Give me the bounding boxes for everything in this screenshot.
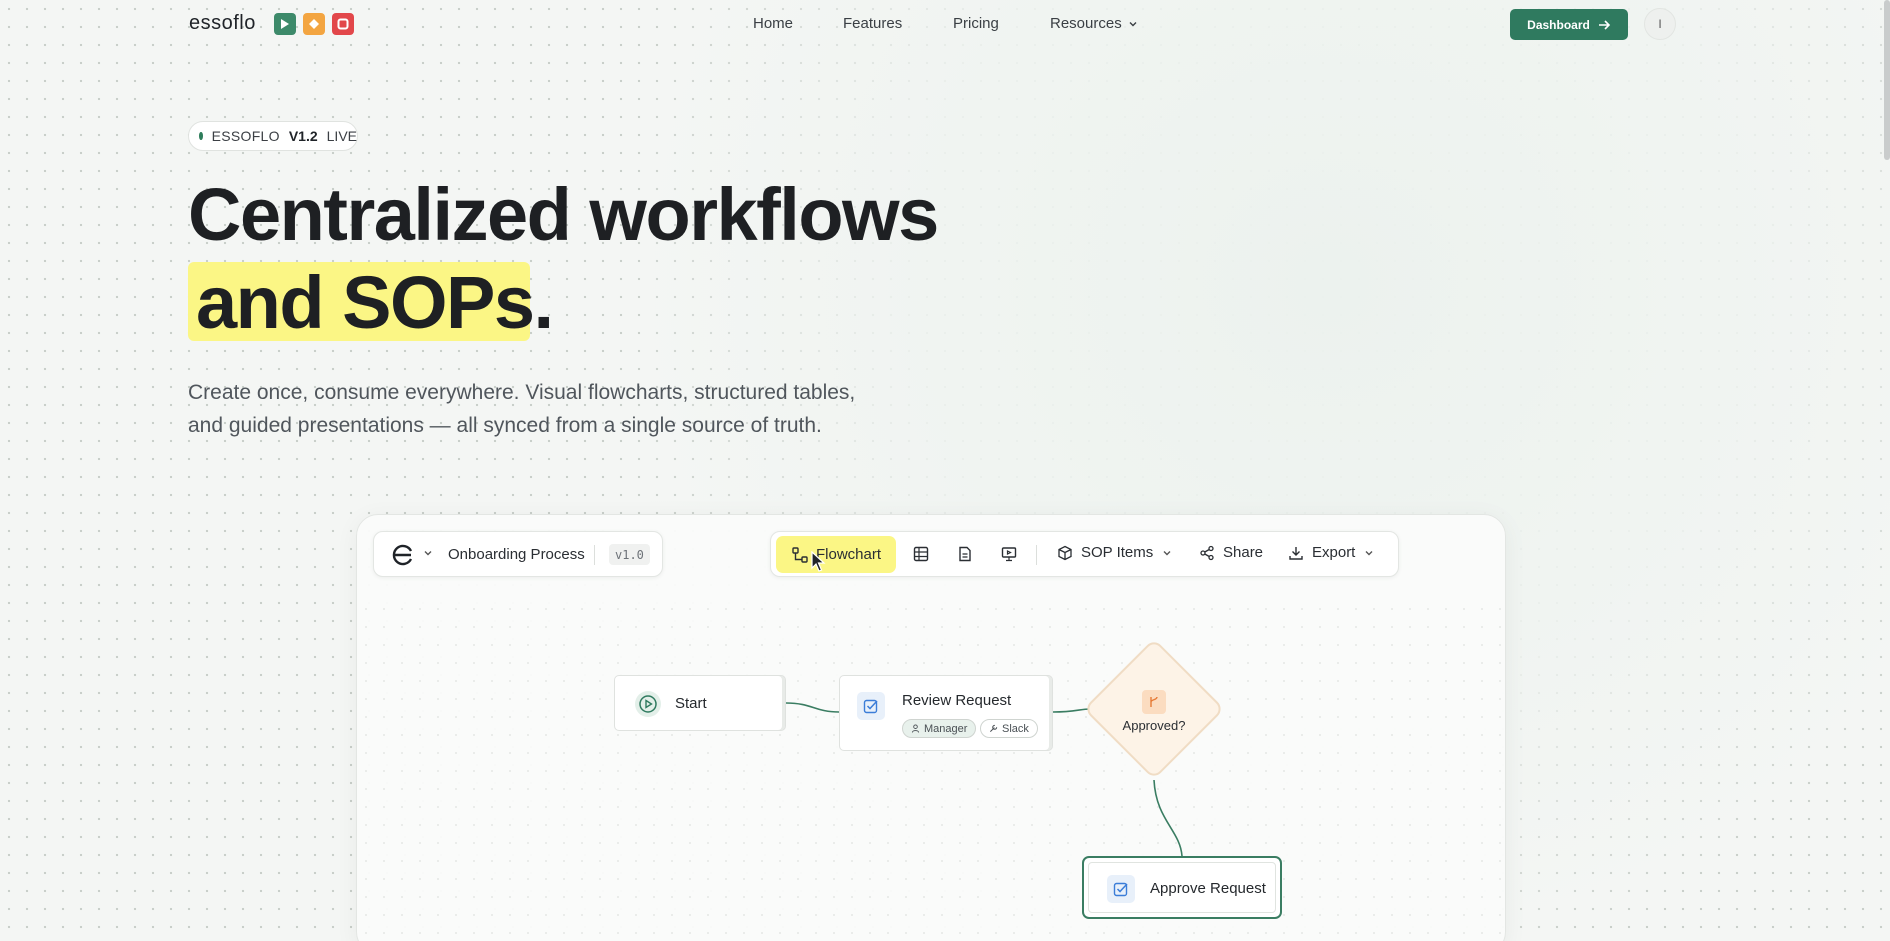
checkbox-icon [1107,875,1135,903]
edge-review-decision [1052,708,1091,713]
edge-start-review [785,702,840,713]
play-circle-icon [635,691,661,717]
branch-icon [1142,690,1166,714]
flow-node-label: Approve Request [1150,880,1266,897]
flow-node-label: Review Request [902,692,1012,709]
tool-tag-label: Slack [1002,722,1029,735]
wrench-icon [989,724,998,733]
user-icon [911,724,920,733]
flow-node-label: Start [675,695,707,712]
role-tag-label: Manager [924,722,968,735]
edge-decision-approve [1153,779,1183,857]
flow-node-label: Approved? [1122,718,1186,733]
tool-tag: Slack [980,719,1038,738]
flow-node-review-request[interactable]: Review Request Manager Slack [839,675,1053,751]
checkbox-icon [857,692,885,720]
role-tag: Manager [902,719,977,738]
flow-edges [785,702,1183,857]
flow-node-start[interactable]: Start [614,675,786,731]
mouse-cursor-icon [811,551,826,572]
flow-node-approve-request[interactable]: Approve Request [1082,856,1282,919]
